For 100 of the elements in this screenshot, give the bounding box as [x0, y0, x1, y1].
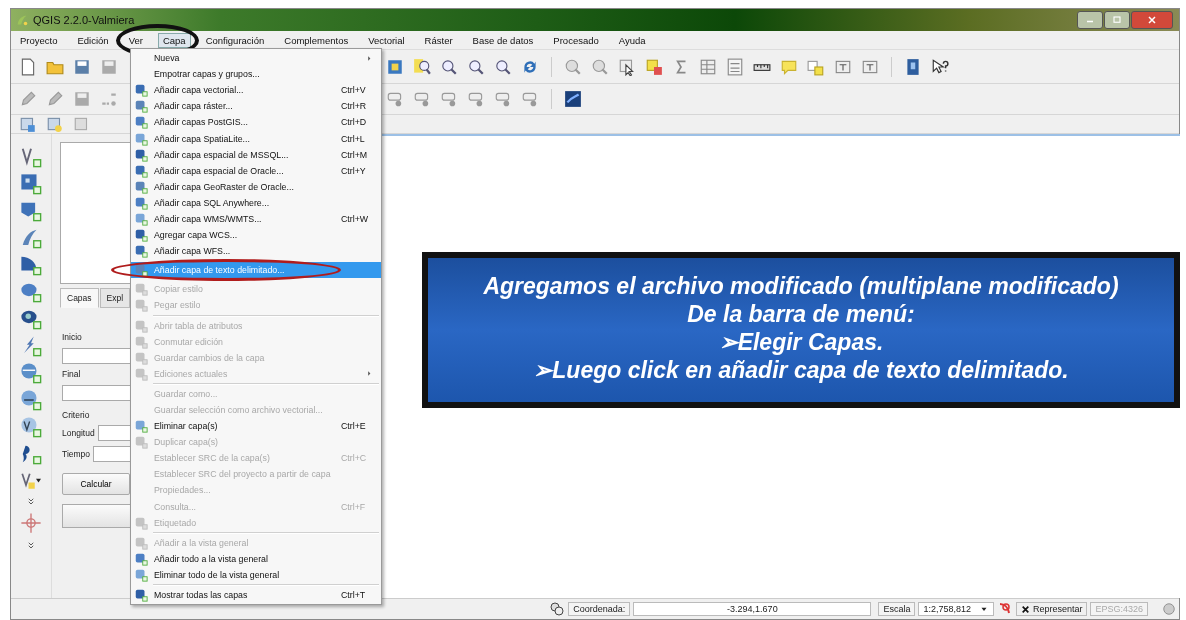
menu-option[interactable]: Añadir capa GeoRaster de Oracle... — [131, 178, 381, 195]
menu-option[interactable]: Añadir capa SpatiaLite... Ctrl+L — [131, 130, 381, 147]
menu-item[interactable]: Capa — [157, 32, 191, 48]
menu-item[interactable]: Ver — [123, 32, 148, 48]
magnifier-icon[interactable] — [440, 57, 458, 76]
pointer-help-icon[interactable] — [931, 57, 949, 76]
maximize-icon — [1111, 14, 1123, 26]
menu-option[interactable]: Eliminar capa(s) Ctrl+E — [131, 418, 381, 435]
menu-option[interactable]: Agregar capa WCS... — [131, 227, 381, 244]
label-icon[interactable] — [413, 90, 431, 108]
menu-option[interactable]: Nueva — [131, 50, 381, 67]
magnifier-icon[interactable] — [494, 57, 512, 76]
minimize-button[interactable] — [1077, 11, 1103, 29]
feature-icon[interactable] — [645, 57, 663, 76]
magnifier-icon[interactable] — [467, 57, 485, 76]
node-tool-icon[interactable] — [100, 90, 118, 108]
pencil-icon[interactable] — [46, 90, 64, 108]
add-layer-icon[interactable] — [20, 227, 42, 249]
calculator-icon[interactable] — [726, 57, 744, 76]
save-icon[interactable] — [73, 90, 91, 108]
crosshair-icon[interactable] — [20, 512, 42, 534]
panel-tab[interactable]: Capas — [60, 288, 99, 308]
layer-icon — [134, 334, 148, 349]
layers-icon[interactable] — [46, 115, 64, 133]
panel-tab[interactable]: Expl — [99, 288, 131, 308]
add-layer-icon[interactable] — [20, 173, 42, 195]
close-icon — [1146, 14, 1158, 26]
field-label: Final — [62, 369, 82, 379]
layer-icon — [134, 83, 148, 98]
blank-button[interactable] — [62, 504, 132, 528]
menu-option[interactable]: Añadir todo a la vista general — [131, 550, 381, 567]
input-field[interactable] — [97, 425, 132, 441]
add-layer-icon[interactable] — [20, 389, 42, 411]
zoom-selection-icon[interactable] — [413, 57, 431, 76]
menu-option[interactable]: Añadir capa SQL Anywhere... — [131, 194, 381, 211]
field-label: Longitud — [62, 428, 95, 438]
input-field[interactable] — [93, 446, 132, 462]
layer-icon — [134, 115, 148, 130]
identify-icon[interactable] — [564, 57, 582, 76]
menu-option[interactable]: Añadir capa vectorial... Ctrl+V — [131, 82, 381, 99]
identify-icon[interactable] — [591, 57, 609, 76]
zoom-full-icon[interactable] — [386, 57, 404, 76]
layer-icon — [134, 263, 148, 278]
add-layer-icon[interactable] — [20, 308, 42, 330]
add-layer-icon[interactable] — [20, 416, 42, 438]
render-checkbox[interactable]: Representar — [1015, 602, 1088, 616]
layers-icon[interactable] — [19, 115, 37, 133]
add-layer-icon[interactable] — [20, 443, 42, 465]
pencil-icon[interactable] — [19, 90, 37, 108]
coordinate-toggle-icon[interactable] — [549, 601, 566, 617]
menu-item[interactable]: Complementos — [279, 32, 354, 48]
menu-option[interactable]: Eliminar todo de la vista general — [131, 566, 381, 583]
menu-item[interactable]: Ráster — [419, 32, 458, 48]
calculate-button[interactable]: Calcular — [62, 473, 130, 495]
message-icon[interactable] — [1162, 602, 1176, 616]
layer-icon — [134, 515, 148, 530]
layer-icon — [134, 282, 148, 297]
label-icon[interactable] — [494, 90, 512, 108]
add-layer-icon[interactable] — [20, 281, 42, 303]
section-label: Criterio — [62, 410, 91, 420]
layer-list[interactable] — [60, 142, 132, 284]
qgis-logo-icon — [15, 13, 29, 27]
menu-item[interactable]: Configuración — [200, 32, 270, 48]
add-layer-icon[interactable] — [20, 254, 42, 276]
label-icon[interactable] — [440, 90, 458, 108]
maximize-button[interactable] — [1104, 11, 1130, 29]
add-layer-icon[interactable] — [20, 146, 42, 168]
menu-option[interactable]: Añadir capas PostGIS... Ctrl+D — [131, 114, 381, 131]
menu-item[interactable]: Edición — [72, 32, 114, 48]
new-document-icon[interactable] — [19, 57, 37, 76]
save-icon[interactable] — [73, 57, 91, 76]
menu-item[interactable]: Ayuda — [613, 32, 651, 48]
label-icon[interactable] — [386, 90, 404, 108]
menu-option[interactable]: Añadir capa WMS/WMTS... Ctrl+W — [131, 210, 381, 228]
coordinate-field[interactable]: -3.294,1.670 — [633, 602, 872, 616]
save-icon[interactable] — [100, 57, 118, 76]
menu-item[interactable]: Vectorial — [363, 32, 410, 48]
menu-item[interactable]: Base de datos — [467, 32, 539, 48]
menu-option[interactable]: Añadir capa espacial de MSSQL... Ctrl+M — [131, 146, 381, 163]
layer-icon — [134, 551, 148, 566]
menu-item[interactable]: Proyecto — [15, 32, 63, 48]
label-icon[interactable] — [467, 90, 485, 108]
menu-option[interactable]: Empotrar capas y grupos... — [131, 66, 381, 83]
close-button[interactable] — [1131, 11, 1173, 29]
layer-icon — [134, 435, 148, 450]
menu-option[interactable]: Añadir capa WFS... — [131, 243, 381, 260]
scale-combobox[interactable]: 1:2,758,812 — [918, 602, 994, 616]
menu-item[interactable]: Procesado — [548, 32, 604, 48]
globe-icon[interactable] — [564, 90, 582, 108]
label-icon[interactable] — [521, 90, 539, 108]
table-icon[interactable] — [699, 57, 717, 76]
add-layer-icon[interactable] — [20, 200, 42, 222]
help-book-icon[interactable] — [904, 57, 922, 76]
layer-icon — [134, 535, 148, 550]
menu-option[interactable]: Añadir capa espacial de Oracle... Ctrl+Y — [131, 162, 381, 179]
callout-text: De la barra de menú: — [686, 300, 916, 328]
layer-icon — [134, 99, 148, 114]
menu-option[interactable]: Añadir capa ráster... Ctrl+R — [131, 98, 381, 115]
selection-icon[interactable] — [618, 57, 636, 76]
menu-option[interactable]: Mostrar todas las capas Ctrl+T — [131, 587, 381, 604]
